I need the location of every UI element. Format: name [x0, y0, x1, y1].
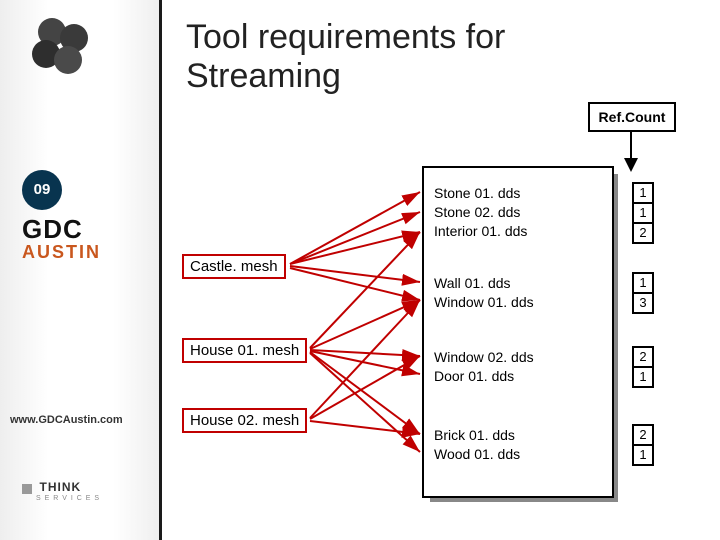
refcount-arrow-icon — [624, 158, 638, 172]
texture-item: Door 01. dds — [434, 367, 534, 386]
page-title: Tool requirements for Streaming — [186, 18, 505, 96]
slide-root: 09 GDC AUSTIN www.GDCAustin.com THINK S … — [0, 0, 720, 540]
mesh-box-house01: House 01. mesh — [182, 338, 307, 363]
refcount-value: 2 — [632, 424, 654, 446]
texture-item: Brick 01. dds — [434, 426, 520, 445]
texture-group-2: Window 02. dds Door 01. dds — [434, 348, 534, 386]
refcount-value: 3 — [632, 292, 654, 314]
texture-item: Window 01. dds — [434, 293, 534, 312]
texture-panel: Stone 01. dds Stone 02. dds Interior 01.… — [422, 166, 614, 498]
mesh-box-castle: Castle. mesh — [182, 254, 286, 279]
refcount-value: 1 — [632, 366, 654, 388]
refcount-value: 1 — [632, 202, 654, 224]
gdc-text: GDC — [22, 214, 83, 245]
think-services-logo: THINK S E R V I C E S — [22, 480, 100, 502]
texture-group-1: Wall 01. dds Window 01. dds — [434, 274, 534, 312]
texture-group-0: Stone 01. dds Stone 02. dds Interior 01.… — [434, 184, 527, 241]
refcount-arrow-line — [630, 130, 632, 160]
sidebar-url: www.GDCAustin.com — [10, 414, 123, 426]
refcount-value: 1 — [632, 182, 654, 204]
cube-icon — [22, 484, 32, 494]
texture-group-3: Brick 01. dds Wood 01. dds — [434, 426, 520, 464]
refcount-value: 2 — [632, 222, 654, 244]
texture-item: Stone 02. dds — [434, 203, 527, 222]
flower-logo-icon — [30, 18, 94, 82]
title-line-1: Tool requirements for — [186, 18, 505, 56]
gdc-year-badge: 09 — [22, 170, 62, 210]
refcount-value: 1 — [632, 444, 654, 466]
texture-item: Interior 01. dds — [434, 222, 527, 241]
refcount-label-box: Ref.Count — [588, 102, 676, 132]
texture-item: Window 02. dds — [434, 348, 534, 367]
texture-item: Wood 01. dds — [434, 445, 520, 464]
sidebar: 09 GDC AUSTIN www.GDCAustin.com THINK S … — [0, 0, 162, 540]
texture-item: Wall 01. dds — [434, 274, 534, 293]
mesh-box-house02: House 02. mesh — [182, 408, 307, 433]
texture-item: Stone 01. dds — [434, 184, 527, 203]
gdc-austin-logo: 09 GDC AUSTIN — [22, 170, 142, 270]
refcount-value: 1 — [632, 272, 654, 294]
gdc-city: AUSTIN — [22, 242, 101, 263]
title-line-2: Streaming — [186, 57, 341, 95]
refcount-value: 2 — [632, 346, 654, 368]
